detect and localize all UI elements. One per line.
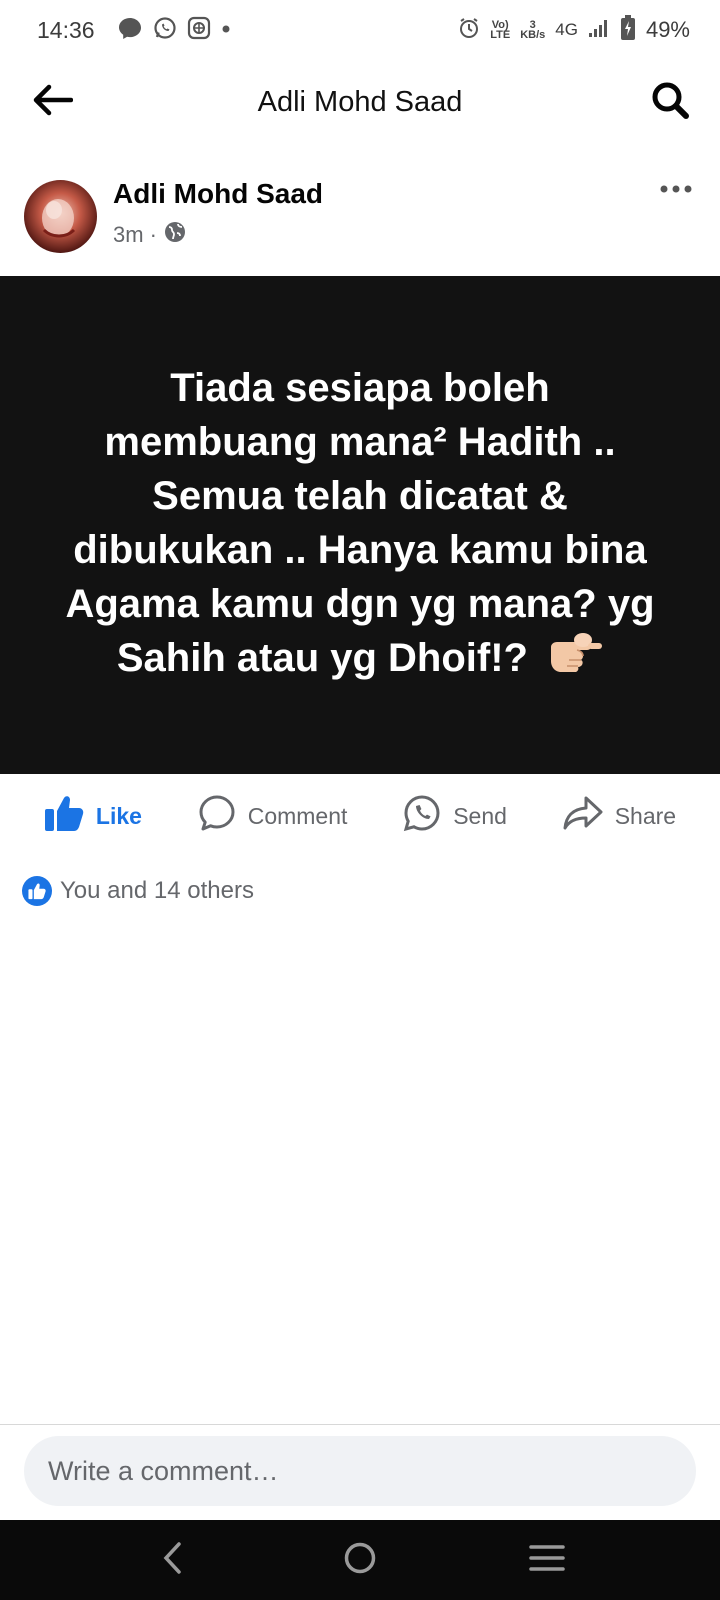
volte-bottom-label: LTE (490, 29, 511, 41)
status-right-icons: Vo) LTE 3 KB/s 4G 49% (458, 14, 690, 46)
more-notifications-dot-icon (221, 21, 231, 39)
comment-bubble-icon (198, 794, 236, 838)
status-time: 14:36 (37, 16, 95, 43)
like-label: Like (95, 802, 142, 829)
share-button[interactable]: Share (563, 795, 676, 837)
status-bar: 14:36 Vo) LTE 3 KB/s 4G 49% (0, 0, 720, 60)
post-meta: 3m · (113, 220, 187, 250)
globe-icon (163, 220, 187, 250)
system-navigation-bar (0, 1520, 720, 1600)
home-circle-icon (343, 1541, 377, 1580)
nav-back-button[interactable] (143, 1530, 203, 1590)
whatsapp-send-icon (403, 794, 441, 838)
volte-indicator: Vo) LTE (490, 20, 511, 41)
more-horizontal-icon (659, 181, 693, 199)
alarm-icon (458, 17, 480, 44)
network-speed: 3 KB/s (520, 20, 546, 41)
comment-input[interactable] (48, 1455, 672, 1487)
notification-icons (117, 16, 231, 45)
reactions-summary[interactable]: You and 14 others (22, 876, 254, 906)
author-name[interactable]: Adli Mohd Saad (113, 178, 323, 210)
chevron-left-icon (161, 1541, 185, 1580)
post-options-button[interactable] (652, 176, 700, 204)
post-text: Tiada sesiapa boleh membuang mana² Hadit… (60, 361, 660, 689)
comment-composer[interactable] (24, 1436, 696, 1506)
author-avatar[interactable] (24, 180, 97, 253)
search-button[interactable] (646, 78, 694, 126)
nav-menu-button[interactable] (517, 1530, 577, 1590)
signal-icon (588, 18, 610, 43)
pointing-finger-emoji-icon (547, 631, 603, 689)
post-content-card[interactable]: Tiada sesiapa boleh membuang mana² Hadit… (0, 276, 720, 774)
back-arrow-icon (31, 83, 74, 122)
post-header: Adli Mohd Saad 3m · (0, 170, 720, 260)
app-header: Adli Mohd Saad (0, 60, 720, 144)
whatsapp-icon (153, 16, 177, 45)
search-icon (650, 80, 690, 125)
comment-label: Comment (247, 802, 348, 829)
messenger-icon (117, 16, 143, 45)
comment-divider (0, 1424, 720, 1425)
like-button[interactable]: Like (44, 794, 142, 838)
nav-home-button[interactable] (330, 1530, 390, 1590)
reactions-count-text: You and 14 others (60, 877, 254, 904)
menu-lines-icon (528, 1544, 565, 1577)
network-speed-unit: KB/s (520, 29, 546, 41)
network-type: 4G (555, 20, 578, 39)
send-label: Send (453, 802, 507, 829)
app-notification-icon (187, 16, 211, 45)
share-label: Share (614, 802, 677, 829)
meta-separator: · (149, 222, 157, 247)
post-actions: Like Comment Send Share (0, 786, 720, 846)
battery-charging-icon (620, 14, 636, 46)
page-title: Adli Mohd Saad (257, 85, 463, 118)
share-arrow-icon (563, 795, 603, 837)
back-button[interactable] (28, 78, 76, 126)
battery-percent: 49% (645, 17, 690, 42)
post-time[interactable]: 3m (113, 222, 144, 248)
comment-button[interactable]: Comment (198, 794, 348, 838)
send-button[interactable]: Send (403, 794, 507, 838)
thumbs-up-filled-icon (44, 794, 84, 838)
like-reaction-icon (22, 876, 52, 906)
